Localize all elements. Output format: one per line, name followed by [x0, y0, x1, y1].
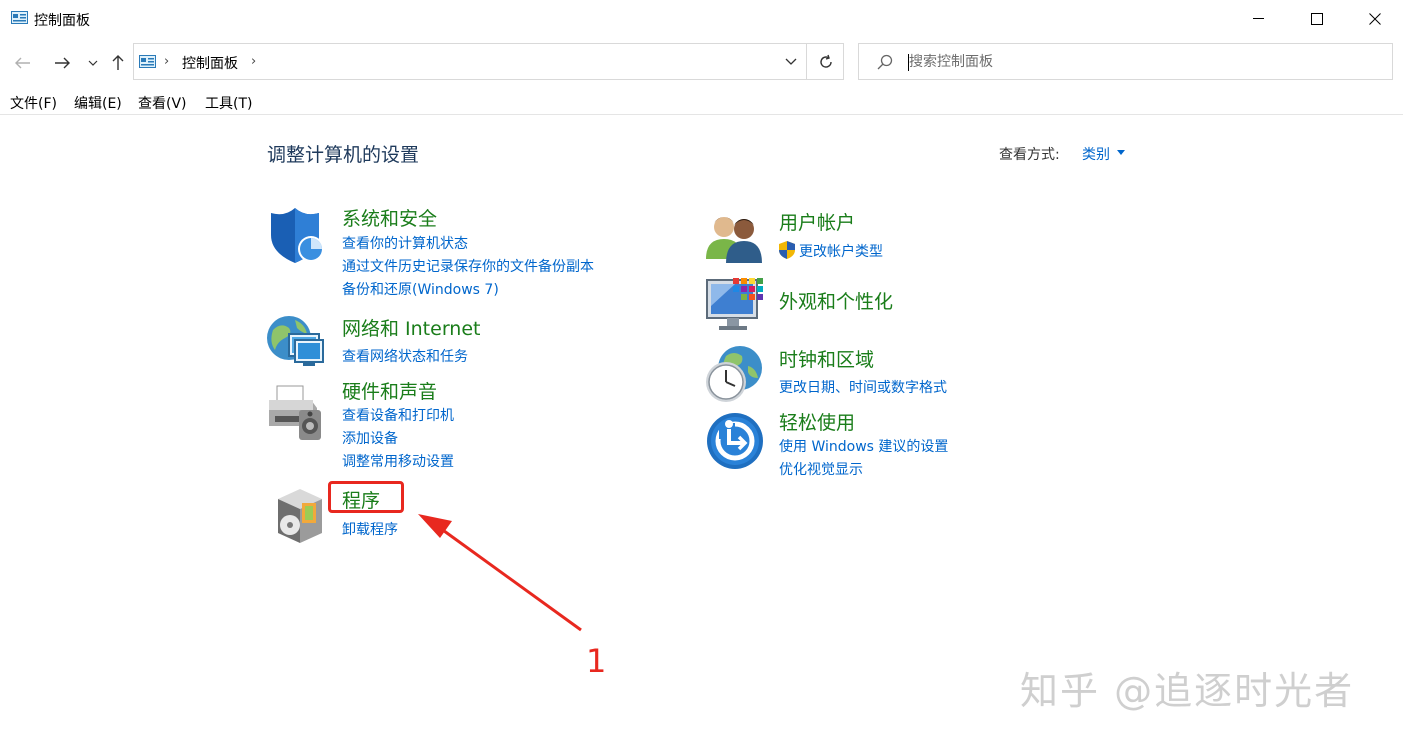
watermark: 知乎 @追逐时光者	[1020, 669, 1355, 713]
annotation-arrow	[418, 514, 582, 632]
step-number: 1	[586, 642, 607, 680]
